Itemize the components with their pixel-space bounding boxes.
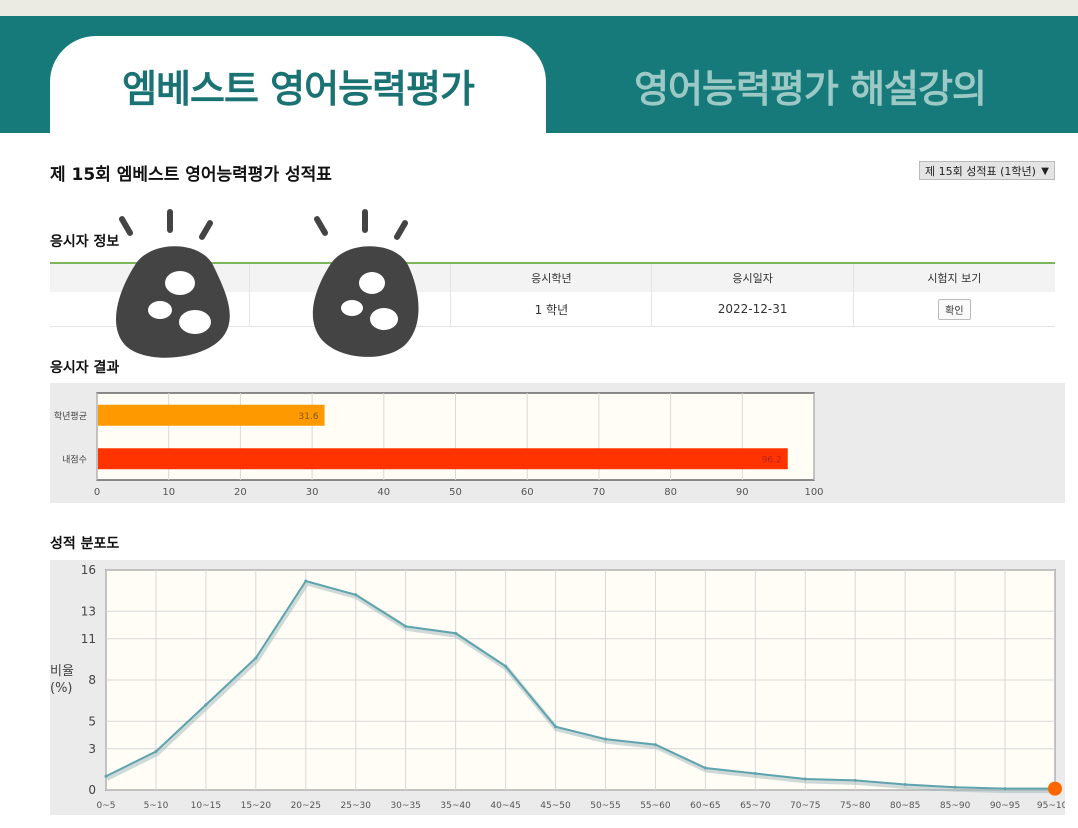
y-tick-label: 5 (88, 714, 96, 728)
section-title-result: 응시자 결과 (50, 360, 120, 376)
y-category-label: 학년평균 (54, 411, 87, 422)
distribution-line-chart: 0 3 5 8 11 13 16 0~5 5~10 10~15 15~20 20~25 25~30 30~… (50, 563, 1073, 811)
y-axis-label: (%) (50, 681, 73, 696)
view-paper-cell: 확인 (852, 292, 1055, 327)
data-point (354, 593, 358, 597)
x-tick-label: 80~85 (890, 801, 920, 811)
x-tick-label: 50 (449, 487, 462, 498)
x-tick-label: 20~25 (291, 801, 321, 811)
x-tick-label: 90~95 (990, 801, 1020, 811)
report-select-dropdown[interactable]: 제 15회 성적표 (1학년) ▼ (919, 161, 1055, 180)
y-tick-label: 8 (88, 673, 96, 687)
privacy-sticker-icon (116, 209, 230, 358)
x-tick-label: 70~75 (790, 801, 820, 811)
x-tick-label: 35~40 (440, 801, 471, 811)
result-chart-panel: 0 10 20 30 40 50 60 70 80 90 100 학년평균 31.6 내점수 96.2 (50, 383, 1065, 503)
data-point (653, 743, 657, 747)
result-bar-chart: 0 10 20 30 40 50 60 70 80 90 100 학년평균 31.6 내점수 96.2 (54, 392, 824, 498)
x-tick-label: 10 (162, 487, 175, 498)
x-tick-label: 100 (804, 487, 823, 498)
x-tick-label: 40~45 (490, 801, 520, 811)
x-tick-label: 25~30 (341, 801, 372, 811)
data-point (454, 631, 458, 635)
view-paper-button[interactable]: 확인 (938, 298, 971, 320)
data-point (753, 772, 757, 775)
data-point (254, 656, 258, 660)
chevron-down-icon: ▼ (1041, 166, 1049, 177)
data-point (504, 664, 508, 668)
y-tick-label: 11 (81, 632, 96, 646)
data-point (703, 766, 707, 770)
x-tick-label: 55~60 (640, 801, 671, 811)
data-point (603, 737, 607, 741)
x-tick-label: 5~10 (144, 801, 169, 811)
bar (98, 448, 788, 470)
x-tick-label: 0 (94, 487, 100, 498)
x-tick-label: 30 (306, 487, 319, 498)
x-tick-label: 60~65 (690, 801, 720, 811)
x-tick-label: 75~80 (840, 801, 871, 811)
x-tick-label: 20 (234, 487, 247, 498)
x-tick-label: 60 (521, 487, 534, 498)
date-cell: 2022-12-31 (651, 292, 854, 327)
x-tick-label: 0~5 (97, 801, 116, 811)
tab-english-assessment-label[interactable]: 엠베스트 영어능력평가 (50, 58, 546, 113)
data-point (554, 725, 558, 729)
data-point (204, 703, 208, 707)
section-title-distribution: 성적 분포도 (50, 536, 120, 552)
x-tick-label: 95~100 (1037, 801, 1065, 811)
x-tick-label: 30~35 (390, 801, 420, 811)
x-tick-label: 80 (664, 487, 677, 498)
data-point (803, 777, 807, 781)
y-category-label: 내점수 (62, 453, 87, 465)
data-point (903, 783, 907, 786)
y-tick-label: 0 (88, 783, 96, 797)
x-tick-label: 70 (593, 487, 606, 498)
data-point (953, 785, 957, 789)
data-point (154, 750, 158, 753)
x-tick-label: 40 (377, 487, 390, 498)
column-header-view-paper: 시험지 보기 (852, 262, 1055, 292)
x-tick-label: 90 (736, 487, 749, 498)
x-tick-label: 65~70 (740, 801, 771, 811)
data-point (404, 624, 408, 628)
privacy-sticker-icon (312, 209, 419, 357)
x-tick-label: 10~15 (191, 801, 221, 811)
data-point (104, 774, 108, 778)
bar (98, 404, 325, 426)
column-header-date: 응시일자 (651, 262, 854, 292)
bar-data-label: 96.2 (762, 455, 782, 465)
x-tick-label: 15~20 (241, 801, 272, 811)
y-tick-label: 13 (81, 604, 96, 618)
highlight-point (1048, 781, 1062, 796)
tab-commentary-lecture[interactable]: 영어능력평가 해설강의 (560, 58, 1060, 113)
data-point (304, 579, 308, 583)
bar-data-label: 31.6 (299, 412, 319, 422)
x-tick-label: 45~50 (540, 801, 571, 811)
grade-cell: 1 학년 (450, 292, 652, 327)
data-point (1003, 787, 1007, 791)
y-axis-label: 비율 (50, 664, 74, 679)
data-point (853, 778, 857, 782)
y-tick-label: 16 (81, 563, 96, 577)
y-tick-label: 3 (88, 742, 96, 756)
page-title: 제 15회 엠베스트 영어능력평가 성적표 (50, 165, 332, 185)
x-tick-label: 85~90 (940, 801, 971, 811)
report-select-value: 제 15회 성적표 (1학년) (925, 165, 1036, 178)
distribution-chart-panel: 0 3 5 8 11 13 16 0~5 5~10 10~15 15~20 20~25 25~30 30~… (50, 560, 1073, 815)
x-tick-label: 50~55 (590, 801, 620, 811)
column-header-grade: 응시학년 (450, 262, 652, 292)
top-decoration-strip (0, 0, 1078, 16)
